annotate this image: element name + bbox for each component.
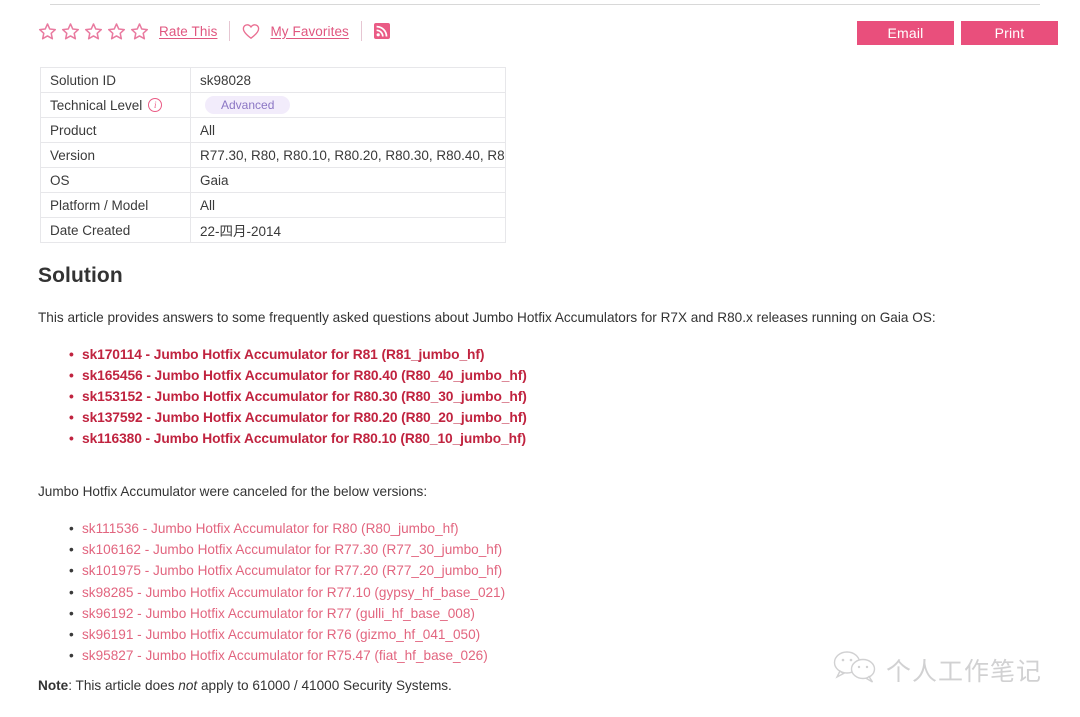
key-label-wrap: Solution ID	[50, 73, 181, 88]
key-label-wrap: Version	[50, 148, 181, 163]
table-cell-key: Solution ID	[40, 67, 191, 93]
list-item: sk96191 - Jumbo Hotfix Accumulator for R…	[69, 624, 505, 645]
table-cell-key: Product	[40, 117, 191, 143]
heart-outline-icon[interactable]	[242, 23, 260, 40]
table-cell-key: Platform / Model	[40, 192, 191, 218]
list-item: sk165456 - Jumbo Hotfix Accumulator for …	[69, 365, 527, 386]
wechat-icon	[833, 650, 877, 689]
key-label-wrap: Date Created	[50, 223, 181, 238]
hotfix-link[interactable]: sk96191 - Jumbo Hotfix Accumulator for R…	[82, 627, 480, 642]
table-row: Date Created 22-四月-2014	[40, 217, 506, 243]
table-cell-value: All	[190, 192, 506, 218]
table-key-label: Technical Level	[50, 97, 143, 113]
technical-level-badge: Advanced	[205, 96, 291, 114]
table-cell-value: Gaia	[190, 167, 506, 193]
list-item: sk106162 - Jumbo Hotfix Accumulator for …	[69, 539, 505, 560]
key-label-wrap: Platform / Model	[50, 198, 181, 213]
note-body-part-1: : This article does	[68, 678, 179, 693]
hotfix-link[interactable]: sk153152 - Jumbo Hotfix Accumulator for …	[82, 389, 527, 404]
hotfix-link[interactable]: sk170114 - Jumbo Hotfix Accumulator for …	[82, 347, 484, 362]
watermark-text: 个人工作笔记	[886, 656, 1043, 686]
table-cell-key: OS	[40, 167, 191, 193]
toolbar-divider-1	[229, 21, 231, 41]
rss-icon[interactable]	[373, 23, 390, 39]
print-button[interactable]: Print	[961, 21, 1058, 45]
table-cell-value: sk98028	[190, 67, 506, 93]
hotfix-link[interactable]: sk165456 - Jumbo Hotfix Accumulator for …	[82, 368, 527, 383]
list-item: sk96192 - Jumbo Hotfix Accumulator for R…	[69, 603, 505, 624]
table-key-label: Version	[50, 147, 96, 163]
list-item: sk101975 - Jumbo Hotfix Accumulator for …	[69, 560, 505, 581]
key-label-wrap: Technical Level i	[50, 98, 181, 113]
hotfix-link[interactable]: sk96192 - Jumbo Hotfix Accumulator for R…	[82, 606, 475, 621]
star-outline-icon[interactable]	[107, 22, 126, 41]
table-cell-value: All	[190, 117, 506, 143]
table-row: Technical Level i Advanced	[40, 92, 506, 118]
table-key-label: OS	[50, 172, 70, 188]
table-cell-value: R77.30, R80, R80.10, R80.20, R80.30, R80…	[190, 142, 506, 168]
list-item: sk137592 - Jumbo Hotfix Accumulator for …	[69, 407, 527, 428]
table-cell-key: Date Created	[40, 217, 191, 243]
key-label-wrap: OS	[50, 173, 181, 188]
star-outline-icon[interactable]	[61, 22, 80, 41]
list-item: sk116380 - Jumbo Hotfix Accumulator for …	[69, 428, 527, 449]
top-divider	[50, 4, 1040, 5]
table-row: Platform / Model All	[40, 192, 506, 218]
key-label-wrap: Product	[50, 123, 181, 138]
table-row: Solution ID sk98028	[40, 67, 506, 93]
list-item: sk95827 - Jumbo Hotfix Accumulator for R…	[69, 645, 505, 666]
email-button[interactable]: Email	[857, 21, 954, 45]
hotfix-link[interactable]: sk101975 - Jumbo Hotfix Accumulator for …	[82, 563, 502, 578]
article-note: Note: This article does not apply to 610…	[38, 678, 452, 693]
note-body-part-2: apply to 61000 / 41000 Security Systems.	[197, 678, 452, 693]
list-item: sk153152 - Jumbo Hotfix Accumulator for …	[69, 386, 527, 407]
star-outline-icon[interactable]	[38, 22, 57, 41]
table-key-label: Solution ID	[50, 72, 117, 88]
info-icon[interactable]: i	[148, 98, 163, 112]
section-title-solution: Solution	[38, 264, 123, 287]
hotfix-link[interactable]: sk95827 - Jumbo Hotfix Accumulator for R…	[82, 648, 488, 663]
table-cell-value: Advanced	[190, 92, 506, 118]
table-row: Version R77.30, R80, R80.10, R80.20, R80.…	[40, 142, 506, 168]
table-key-label: Platform / Model	[50, 197, 149, 213]
list-item: sk170114 - Jumbo Hotfix Accumulator for …	[69, 344, 527, 365]
list-item: sk98285 - Jumbo Hotfix Accumulator for R…	[69, 582, 505, 603]
table-cell-value: 22-四月-2014	[190, 217, 506, 243]
active-hotfix-link-list: sk170114 - Jumbo Hotfix Accumulator for …	[60, 344, 527, 449]
hotfix-link[interactable]: sk106162 - Jumbo Hotfix Accumulator for …	[82, 542, 502, 557]
hotfix-link[interactable]: sk116380 - Jumbo Hotfix Accumulator for …	[82, 431, 526, 446]
table-row: OS Gaia	[40, 167, 506, 193]
solution-intro-paragraph: This article provides answers to some fr…	[38, 310, 936, 325]
list-item: sk111536 - Jumbo Hotfix Accumulator for …	[69, 518, 505, 539]
canceled-intro-paragraph: Jumbo Hotfix Accumulator were canceled f…	[38, 484, 428, 499]
rating-stars[interactable]	[38, 22, 149, 41]
rate-this-link[interactable]: Rate This	[159, 24, 217, 39]
canceled-hotfix-link-list: sk111536 - Jumbo Hotfix Accumulator for …	[60, 518, 505, 667]
table-key-label: Date Created	[50, 222, 131, 238]
my-favorites-link[interactable]: My Favorites	[270, 24, 348, 39]
note-label: Note	[38, 678, 69, 693]
star-outline-icon[interactable]	[84, 22, 103, 41]
toolbar-divider-2	[360, 21, 362, 41]
table-cell-key: Version	[40, 142, 191, 168]
solution-info-table: Solution ID sk98028 Technical Level i Advanc…	[40, 67, 506, 243]
wechat-watermark: 个人工作笔记	[833, 650, 1042, 689]
note-emphasis: not	[178, 678, 198, 693]
table-row: Product All	[40, 117, 506, 143]
hotfix-link[interactable]: sk98285 - Jumbo Hotfix Accumulator for R…	[82, 585, 505, 600]
table-key-label: Product	[50, 122, 97, 138]
hotfix-link[interactable]: sk137592 - Jumbo Hotfix Accumulator for …	[82, 410, 527, 425]
hotfix-link[interactable]: sk111536 - Jumbo Hotfix Accumulator for …	[82, 521, 459, 536]
article-action-bar: Rate This My Favorites	[38, 18, 390, 44]
table-cell-key: Technical Level i	[40, 92, 191, 118]
star-outline-icon[interactable]	[130, 22, 149, 41]
